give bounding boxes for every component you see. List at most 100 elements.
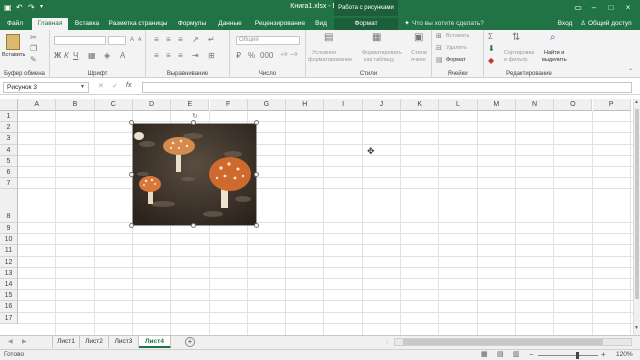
find-select-icon[interactable]: ⌕ <box>550 33 556 43</box>
fill-color-icon[interactable]: ◈ <box>104 51 110 60</box>
orientation-icon[interactable]: ↗ <box>192 35 199 44</box>
number-format-select[interactable]: Общий <box>236 36 300 45</box>
find-label-2[interactable]: выделить <box>542 57 567 64</box>
column-header-l[interactable]: L <box>439 99 478 111</box>
name-box-dropdown-icon[interactable]: ▾ <box>81 83 84 90</box>
column-header-e[interactable]: E <box>171 99 210 111</box>
format-painter-icon[interactable]: ✎ <box>30 55 37 64</box>
row-header-9[interactable]: 9 <box>0 223 18 235</box>
copy-icon[interactable]: ❐ <box>30 44 37 53</box>
sheet-tab-4[interactable]: Лист4 <box>139 336 171 348</box>
signin-link[interactable]: Вход <box>556 18 574 30</box>
align-middle-icon[interactable]: ≡ <box>166 35 171 44</box>
row-header-5[interactable]: 5 <box>0 155 18 167</box>
thousands-icon[interactable]: 000 <box>260 51 273 60</box>
cut-icon[interactable]: ✂ <box>30 33 37 42</box>
rotate-handle-icon[interactable]: ↻ <box>192 112 198 120</box>
row-header-12[interactable]: 12 <box>0 256 18 268</box>
font-size-box[interactable] <box>108 36 126 45</box>
tab-insert[interactable]: Вставка <box>72 18 102 30</box>
vertical-scrollbar[interactable]: ▲ ▼ <box>633 99 640 335</box>
underline-icon[interactable]: Ч <box>73 51 78 60</box>
sheet-tab-1[interactable]: Лист1 <box>52 336 80 348</box>
row-header-4[interactable]: 4 <box>0 144 18 156</box>
resize-handle-ne[interactable] <box>254 120 259 125</box>
decrease-decimal-icon[interactable]: ⁻⁰ <box>290 51 297 60</box>
format-table-label-1[interactable]: Форматировать <box>362 50 402 57</box>
row-header-3[interactable]: 3 <box>0 133 18 145</box>
borders-icon[interactable]: ▦ <box>88 51 96 60</box>
resize-handle-n[interactable] <box>191 120 196 125</box>
row-header-15[interactable]: 15 <box>0 290 18 302</box>
formula-input[interactable] <box>142 82 632 93</box>
cell-styles-icon[interactable]: ▣ <box>414 33 423 43</box>
font-name-box[interactable] <box>54 36 106 45</box>
column-header-n[interactable]: N <box>515 99 555 111</box>
column-header-k[interactable]: K <box>401 99 440 111</box>
minimize-button[interactable]: – <box>586 2 602 14</box>
column-header-c[interactable]: C <box>94 99 133 111</box>
align-right-icon[interactable]: ≡ <box>178 51 183 60</box>
page-layout-view-icon[interactable]: ▤ <box>497 350 504 360</box>
horizontal-scroll-thumb[interactable] <box>403 339 603 345</box>
paste-icon[interactable] <box>6 34 20 50</box>
resize-handle-sw[interactable] <box>129 223 134 228</box>
resize-handle-se[interactable] <box>254 223 259 228</box>
prev-sheet-icon[interactable]: ◀ <box>8 338 13 345</box>
bold-icon[interactable]: Ж <box>54 51 61 60</box>
row-header-10[interactable]: 10 <box>0 234 18 246</box>
fill-icon[interactable]: ⬇ <box>488 44 495 53</box>
row-header-6[interactable]: 6 <box>0 167 18 179</box>
column-header-o[interactable]: O <box>554 99 593 111</box>
resize-handle-nw[interactable] <box>129 120 134 125</box>
column-header-b[interactable]: B <box>56 99 95 111</box>
wrap-text-icon[interactable]: ↵ <box>208 35 215 44</box>
collapse-ribbon-icon[interactable]: ⌃ <box>628 68 633 77</box>
horizontal-scrollbar[interactable] <box>394 338 632 346</box>
add-sheet-icon[interactable]: + <box>185 337 195 347</box>
sheet-tab-3[interactable]: Лист3 <box>109 336 139 348</box>
row-header-7[interactable]: 7 <box>0 178 18 190</box>
column-header-a[interactable]: A <box>18 99 57 111</box>
insert-function-button[interactable]: fx <box>126 82 131 89</box>
italic-icon[interactable]: К <box>64 51 69 60</box>
row-header-2[interactable]: 2 <box>0 122 18 134</box>
align-bottom-icon[interactable]: ≡ <box>178 35 183 44</box>
conditional-format-icon[interactable]: ▤ <box>324 33 333 43</box>
worksheet-grid[interactable]: ABCDEFGHIJKLMNOP 1 2 3 4 5 6 7 8 9 10 11 12 13 14 15 16… <box>0 99 633 335</box>
font-color-icon[interactable]: A <box>120 51 125 60</box>
vertical-scroll-thumb[interactable] <box>635 109 639 299</box>
zoom-level[interactable]: 120% <box>616 350 633 360</box>
format-table-label-2[interactable]: как таблицу <box>364 57 394 64</box>
tab-file[interactable]: Файл <box>4 18 26 30</box>
cond-format-label-2[interactable]: форматирование <box>308 57 352 64</box>
row-header-14[interactable]: 14 <box>0 279 18 291</box>
row-header-13[interactable]: 13 <box>0 267 18 279</box>
tell-me-box[interactable]: Что вы хотите сделать? <box>412 18 492 30</box>
align-left-icon[interactable]: ≡ <box>154 51 159 60</box>
sort-label-2[interactable]: и фильтр <box>504 57 527 64</box>
cond-format-label-1[interactable]: Условное <box>312 50 336 57</box>
scroll-up-icon[interactable]: ▲ <box>634 99 639 105</box>
indent-icon[interactable]: ⇥ <box>192 51 199 60</box>
page-break-view-icon[interactable]: ▥ <box>513 350 520 360</box>
currency-icon[interactable]: ₽ <box>236 51 241 60</box>
cell-styles-label-1[interactable]: Стили <box>411 50 427 57</box>
grow-font-icon[interactable]: A <box>130 36 134 45</box>
zoom-slider-thumb[interactable] <box>576 352 579 359</box>
paste-button[interactable]: Вставить <box>2 52 25 59</box>
merge-icon[interactable]: ⊞ <box>208 51 215 60</box>
row-header-16[interactable]: 16 <box>0 301 18 313</box>
percent-icon[interactable]: % <box>248 51 255 60</box>
clear-icon[interactable]: ◆ <box>488 56 494 65</box>
normal-view-icon[interactable]: ▦ <box>481 350 488 360</box>
increase-decimal-icon[interactable]: ⁺⁰ <box>280 51 287 60</box>
tab-page-layout[interactable]: Разметка страницы <box>106 18 170 30</box>
scroll-down-icon[interactable]: ▼ <box>634 325 639 331</box>
tab-review[interactable]: Рецензирование <box>250 18 310 30</box>
enter-icon[interactable]: ✓ <box>112 82 118 90</box>
column-header-m[interactable]: M <box>477 99 516 111</box>
resize-handle-e[interactable] <box>254 172 259 177</box>
cancel-icon[interactable]: ✕ <box>98 82 104 90</box>
tab-data[interactable]: Данные <box>214 18 246 30</box>
